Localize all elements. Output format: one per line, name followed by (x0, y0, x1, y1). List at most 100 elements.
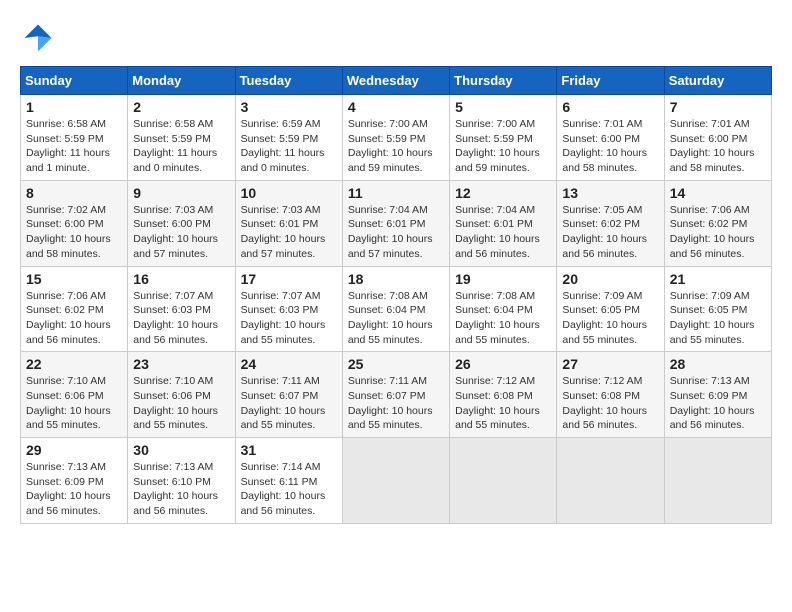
logo (20, 20, 60, 56)
page-header (20, 20, 772, 56)
day-number: 10 (241, 185, 337, 201)
calendar-cell (557, 438, 664, 524)
day-number: 7 (670, 99, 766, 115)
calendar-cell: 23 Sunrise: 7:10 AMSunset: 6:06 PMDayligh… (128, 352, 235, 438)
day-content: Sunrise: 7:01 AMSunset: 6:00 PMDaylight:… (562, 117, 658, 176)
calendar-cell: 22 Sunrise: 7:10 AMSunset: 6:06 PMDayligh… (21, 352, 128, 438)
day-number: 4 (348, 99, 444, 115)
day-content: Sunrise: 7:08 AMSunset: 6:04 PMDaylight:… (348, 289, 444, 348)
calendar-cell: 11 Sunrise: 7:04 AMSunset: 6:01 PMDayligh… (342, 180, 449, 266)
calendar-cell: 2Sunrise: 6:58 AMSunset: 5:59 PMDaylight… (128, 95, 235, 181)
weekday-header-monday: Monday (128, 67, 235, 95)
day-content: Sunrise: 7:08 AMSunset: 6:04 PMDaylight:… (455, 289, 551, 348)
calendar-cell: 18 Sunrise: 7:08 AMSunset: 6:04 PMDayligh… (342, 266, 449, 352)
calendar-cell: 3 Sunrise: 6:59 AMSunset: 5:59 PMDaylight… (235, 95, 342, 181)
day-content: Sunrise: 7:13 AMSunset: 6:10 PMDaylight:… (133, 460, 229, 519)
calendar-cell: 9 Sunrise: 7:03 AMSunset: 6:00 PMDaylight… (128, 180, 235, 266)
day-number: 31 (241, 442, 337, 458)
calendar-cell (664, 438, 771, 524)
calendar-cell: 17 Sunrise: 7:07 AMSunset: 6:03 PMDayligh… (235, 266, 342, 352)
day-content: Sunrise: 7:10 AMSunset: 6:06 PMDaylight:… (133, 374, 229, 433)
day-number: 25 (348, 356, 444, 372)
day-content: Sunrise: 7:09 AMSunset: 6:05 PMDaylight:… (670, 289, 766, 348)
day-content: Sunrise: 7:04 AMSunset: 6:01 PMDaylight:… (348, 203, 444, 262)
day-content: Sunrise: 7:13 AMSunset: 6:09 PMDaylight:… (26, 460, 122, 519)
calendar-cell: 6 Sunrise: 7:01 AMSunset: 6:00 PMDaylight… (557, 95, 664, 181)
day-content: Sunrise: 7:02 AMSunset: 6:00 PMDaylight:… (26, 203, 122, 262)
calendar-cell: 8 Sunrise: 7:02 AMSunset: 6:00 PMDaylight… (21, 180, 128, 266)
day-number: 26 (455, 356, 551, 372)
weekday-header-friday: Friday (557, 67, 664, 95)
calendar-cell: 12Sunrise: 7:04 AMSunset: 6:01 PMDayligh… (450, 180, 557, 266)
calendar-cell: 27Sunrise: 7:12 AMSunset: 6:08 PMDayligh… (557, 352, 664, 438)
day-number: 30 (133, 442, 229, 458)
day-content: Sunrise: 6:59 AMSunset: 5:59 PMDaylight:… (241, 117, 337, 176)
calendar-week-2: 8 Sunrise: 7:02 AMSunset: 6:00 PMDaylight… (21, 180, 772, 266)
calendar-cell: 10 Sunrise: 7:03 AMSunset: 6:01 PMDayligh… (235, 180, 342, 266)
calendar-cell (450, 438, 557, 524)
calendar-cell: 19 Sunrise: 7:08 AMSunset: 6:04 PMDayligh… (450, 266, 557, 352)
weekday-header-saturday: Saturday (664, 67, 771, 95)
logo-icon (20, 20, 56, 56)
day-number: 11 (348, 185, 444, 201)
calendar-cell: 20Sunrise: 7:09 AMSunset: 6:05 PMDayligh… (557, 266, 664, 352)
calendar-week-3: 15Sunrise: 7:06 AMSunset: 6:02 PMDayligh… (21, 266, 772, 352)
day-content: Sunrise: 7:10 AMSunset: 6:06 PMDaylight:… (26, 374, 122, 433)
calendar-cell: 4Sunrise: 7:00 AMSunset: 5:59 PMDaylight… (342, 95, 449, 181)
day-content: Sunrise: 7:07 AMSunset: 6:03 PMDaylight:… (241, 289, 337, 348)
weekday-header-tuesday: Tuesday (235, 67, 342, 95)
calendar-cell: 7Sunrise: 7:01 AMSunset: 6:00 PMDaylight… (664, 95, 771, 181)
day-content: Sunrise: 7:06 AMSunset: 6:02 PMDaylight:… (670, 203, 766, 262)
calendar-cell: 14Sunrise: 7:06 AMSunset: 6:02 PMDayligh… (664, 180, 771, 266)
calendar-cell: 5 Sunrise: 7:00 AMSunset: 5:59 PMDaylight… (450, 95, 557, 181)
day-number: 20 (562, 271, 658, 287)
calendar-cell: 30 Sunrise: 7:13 AMSunset: 6:10 PMDayligh… (128, 438, 235, 524)
day-number: 23 (133, 356, 229, 372)
day-content: Sunrise: 7:14 AMSunset: 6:11 PMDaylight:… (241, 460, 337, 519)
calendar-cell: 15Sunrise: 7:06 AMSunset: 6:02 PMDayligh… (21, 266, 128, 352)
day-content: Sunrise: 7:13 AMSunset: 6:09 PMDaylight:… (670, 374, 766, 433)
calendar-cell: 25Sunrise: 7:11 AMSunset: 6:07 PMDayligh… (342, 352, 449, 438)
day-number: 6 (562, 99, 658, 115)
weekday-header-wednesday: Wednesday (342, 67, 449, 95)
calendar-cell: 29 Sunrise: 7:13 AMSunset: 6:09 PMDayligh… (21, 438, 128, 524)
day-number: 24 (241, 356, 337, 372)
day-content: Sunrise: 7:05 AMSunset: 6:02 PMDaylight:… (562, 203, 658, 262)
day-number: 8 (26, 185, 122, 201)
calendar-cell: 13 Sunrise: 7:05 AMSunset: 6:02 PMDayligh… (557, 180, 664, 266)
day-number: 19 (455, 271, 551, 287)
day-number: 3 (241, 99, 337, 115)
day-content: Sunrise: 6:58 AMSunset: 5:59 PMDaylight:… (26, 117, 122, 176)
day-number: 17 (241, 271, 337, 287)
calendar-table: SundayMondayTuesdayWednesdayThursdayFrid… (20, 66, 772, 524)
weekday-header-sunday: Sunday (21, 67, 128, 95)
calendar-cell: 26 Sunrise: 7:12 AMSunset: 6:08 PMDayligh… (450, 352, 557, 438)
day-content: Sunrise: 6:58 AMSunset: 5:59 PMDaylight:… (133, 117, 229, 176)
day-number: 16 (133, 271, 229, 287)
day-content: Sunrise: 7:03 AMSunset: 6:00 PMDaylight:… (133, 203, 229, 262)
calendar-week-4: 22 Sunrise: 7:10 AMSunset: 6:06 PMDayligh… (21, 352, 772, 438)
day-number: 29 (26, 442, 122, 458)
day-number: 5 (455, 99, 551, 115)
day-number: 18 (348, 271, 444, 287)
day-number: 28 (670, 356, 766, 372)
calendar-cell: 16Sunrise: 7:07 AMSunset: 6:03 PMDayligh… (128, 266, 235, 352)
day-content: Sunrise: 7:00 AMSunset: 5:59 PMDaylight:… (455, 117, 551, 176)
calendar-week-5: 29 Sunrise: 7:13 AMSunset: 6:09 PMDayligh… (21, 438, 772, 524)
calendar-cell: 24 Sunrise: 7:11 AMSunset: 6:07 PMDayligh… (235, 352, 342, 438)
day-number: 13 (562, 185, 658, 201)
day-content: Sunrise: 7:11 AMSunset: 6:07 PMDaylight:… (241, 374, 337, 433)
calendar-week-1: 1 Sunrise: 6:58 AMSunset: 5:59 PMDaylight… (21, 95, 772, 181)
day-number: 22 (26, 356, 122, 372)
day-number: 15 (26, 271, 122, 287)
calendar-cell (342, 438, 449, 524)
day-number: 9 (133, 185, 229, 201)
calendar-cell: 28 Sunrise: 7:13 AMSunset: 6:09 PMDayligh… (664, 352, 771, 438)
day-content: Sunrise: 7:03 AMSunset: 6:01 PMDaylight:… (241, 203, 337, 262)
day-number: 1 (26, 99, 122, 115)
day-number: 21 (670, 271, 766, 287)
weekday-header-thursday: Thursday (450, 67, 557, 95)
day-content: Sunrise: 7:12 AMSunset: 6:08 PMDaylight:… (455, 374, 551, 433)
weekday-header-row: SundayMondayTuesdayWednesdayThursdayFrid… (21, 67, 772, 95)
day-content: Sunrise: 7:12 AMSunset: 6:08 PMDaylight:… (562, 374, 658, 433)
